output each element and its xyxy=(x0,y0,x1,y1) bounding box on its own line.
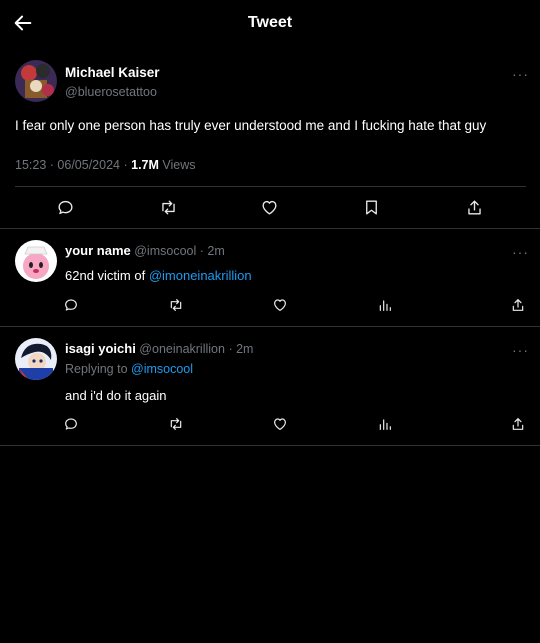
more-options-icon[interactable]: ··· xyxy=(512,66,529,82)
page-title: Tweet xyxy=(247,14,293,31)
reply-time: · 2m xyxy=(199,244,225,258)
retweet-icon[interactable] xyxy=(159,198,178,217)
analytics-icon[interactable] xyxy=(377,416,393,432)
reply-item[interactable]: your name @imsocool · 2m ··· 62nd victim… xyxy=(0,229,540,327)
replying-to-label: Replying to xyxy=(65,362,132,376)
share-icon[interactable] xyxy=(510,297,526,313)
reply-handle[interactable]: @oneinakrillion xyxy=(139,342,225,356)
main-tweet-actions xyxy=(0,184,540,229)
tweet-meta: 15:23 · 06/05/2024 · 1.7M Views xyxy=(15,158,526,172)
author-handle[interactable]: @bluerosetattoo xyxy=(65,85,160,99)
avatar[interactable] xyxy=(15,338,57,380)
tweet-author[interactable]: Michael Kaiser @bluerosetattoo xyxy=(15,60,526,102)
views-count[interactable]: 1.7M xyxy=(131,158,159,172)
like-icon[interactable] xyxy=(272,416,288,432)
main-tweet: Michael Kaiser @bluerosetattoo ··· I fea… xyxy=(15,60,529,187)
reply-icon[interactable] xyxy=(63,416,79,432)
retweet-icon[interactable] xyxy=(168,297,184,313)
reply-handle[interactable]: @imsocool xyxy=(134,244,196,258)
bookmark-icon[interactable] xyxy=(362,198,381,217)
reply-icon[interactable] xyxy=(56,198,75,217)
tweet-time: 15:23 xyxy=(15,158,47,172)
reply-time: · 2m xyxy=(228,342,254,356)
more-options-icon[interactable]: ··· xyxy=(512,244,529,260)
reply-text: 62nd victim of @imoneinakrillion xyxy=(65,268,252,283)
reply-display-name[interactable]: isagi yoichi xyxy=(65,341,136,356)
replying-to-link[interactable]: @imsocool xyxy=(131,362,193,376)
share-icon[interactable] xyxy=(510,416,526,432)
like-icon[interactable] xyxy=(260,198,279,217)
meta-separator: · xyxy=(49,158,54,172)
share-icon[interactable] xyxy=(465,198,484,217)
reply-text: and i'd do it again xyxy=(65,388,167,403)
meta-separator: · xyxy=(123,158,128,172)
analytics-icon[interactable] xyxy=(377,297,393,313)
more-options-icon[interactable]: ··· xyxy=(512,342,529,358)
reply-item[interactable]: isagi yoichi @oneinakrillion · 2m ··· Re… xyxy=(0,327,540,446)
replying-to: Replying to @imsocool xyxy=(65,362,193,376)
author-display-name[interactable]: Michael Kaiser xyxy=(65,65,160,80)
avatar[interactable] xyxy=(15,240,57,282)
top-bar: Tweet xyxy=(0,0,540,46)
reply-icon[interactable] xyxy=(63,297,79,313)
views-label: Views xyxy=(162,158,196,172)
retweet-icon[interactable] xyxy=(168,416,184,432)
avatar[interactable] xyxy=(15,60,57,102)
tweet-date: 06/05/2024 xyxy=(57,158,120,172)
tweet-text: I fear only one person has truly ever un… xyxy=(15,118,487,133)
like-icon[interactable] xyxy=(272,297,288,313)
reply-display-name[interactable]: your name xyxy=(65,243,131,258)
reply-text-prefix: 62nd victim of xyxy=(65,268,149,283)
mention-link[interactable]: @imoneinakrillion xyxy=(149,268,252,283)
